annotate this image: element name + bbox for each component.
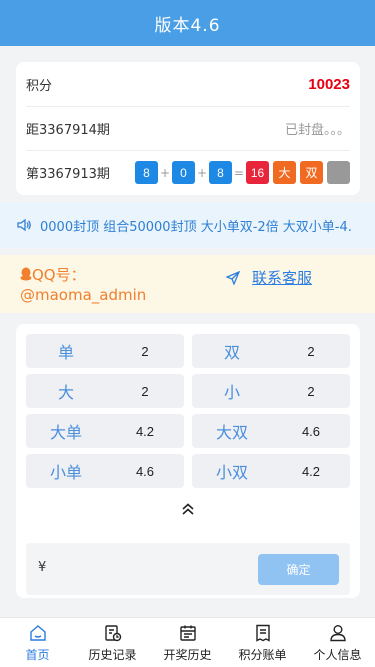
app-header: 版本4.6 — [0, 0, 375, 46]
info-card: 积分 10023 距3367914期 已封盘。。。 第3367913期 8 + … — [16, 62, 360, 195]
last-result-row: 第3367913期 8 + 0 + 8 = 16 大 双 — [26, 150, 350, 194]
notice-text: 0000封顶 组合50000封顶 大小单双-2倍 大双小单-4. — [40, 220, 352, 235]
bet-option-big-even[interactable]: 大双 4.6 — [192, 414, 350, 448]
bet-name: 大单 — [49, 423, 82, 442]
result-extra — [327, 161, 350, 184]
bet-option-small[interactable]: 小 2 — [192, 374, 350, 408]
plus-sign: + — [196, 165, 208, 180]
bet-option-odd[interactable]: 单 2 — [26, 334, 184, 368]
tab-label: 历史记录 — [88, 647, 137, 662]
bet-option-big-odd[interactable]: 大单 4.2 — [26, 414, 184, 448]
currency-symbol: ¥ — [38, 560, 47, 575]
bet-odds: 4.6 — [301, 423, 321, 439]
result-number-1: 8 — [135, 161, 158, 184]
home-icon — [29, 624, 46, 641]
tab-profile[interactable]: 个人信息 — [300, 618, 375, 667]
bet-odds: 2 — [307, 383, 315, 399]
tab-home[interactable]: 首页 — [0, 618, 75, 667]
bet-name: 大双 — [215, 423, 248, 442]
bet-odds: 2 — [141, 383, 149, 399]
history-icon — [104, 624, 121, 641]
bet-odds: 4.2 — [301, 463, 321, 479]
next-period-row: 距3367914期 已封盘。。。 — [26, 106, 350, 150]
contact-bar: QQ号： @maoma_admin 联系客服 — [0, 255, 375, 313]
bet-name: 单 — [57, 343, 74, 362]
qq-info: QQ号： @maoma_admin — [20, 265, 146, 305]
bet-option-small-odd[interactable]: 小单 4.6 — [26, 454, 184, 488]
amount-input-field[interactable]: ¥ 确定 — [26, 543, 350, 595]
bet-name: 双 — [223, 343, 240, 362]
bet-name: 大 — [57, 383, 74, 402]
tab-points-bill[interactable]: 积分账单 — [225, 618, 300, 667]
chevron-double-up-icon[interactable] — [178, 499, 198, 519]
calendar-icon — [179, 625, 196, 641]
bill-icon — [255, 624, 270, 642]
result-sum: 16 — [246, 161, 269, 184]
bet-name: 小单 — [49, 463, 82, 482]
result-parity: 双 — [300, 161, 323, 184]
page-title: 版本4.6 — [154, 15, 221, 36]
contact-service-link[interactable]: 联系客服 — [226, 267, 312, 288]
bet-odds: 4.2 — [135, 423, 155, 439]
bet-name: 小双 — [215, 463, 248, 482]
bottom-tab-bar: 首页 历史记录 开奖历史 积分账单 个人信息 — [0, 617, 375, 667]
result-size: 大 — [273, 161, 296, 184]
bet-option-even[interactable]: 双 2 — [192, 334, 350, 368]
score-row: 积分 10023 — [26, 62, 350, 106]
plus-sign: + — [159, 165, 171, 180]
tab-label: 积分账单 — [238, 647, 287, 662]
score-label: 积分 — [26, 78, 53, 94]
result-balls: 8 + 0 + 8 = 16 大 双 — [135, 161, 350, 184]
send-icon — [226, 270, 240, 285]
score-value: 10023 — [308, 75, 350, 93]
tab-history[interactable]: 历史记录 — [75, 618, 150, 667]
confirm-button[interactable]: 确定 — [258, 554, 339, 585]
user-icon — [329, 624, 346, 641]
period-status: 已封盘。。。 — [284, 123, 350, 138]
speaker-icon — [17, 218, 31, 232]
qq-value[interactable]: @maoma_admin — [20, 285, 146, 305]
result-number-3: 8 — [209, 161, 232, 184]
bet-option-small-even[interactable]: 小双 4.2 — [192, 454, 350, 488]
bet-odds: 2 — [141, 343, 149, 359]
last-period-label: 第3367913期 — [26, 167, 110, 182]
qq-label: QQ号： — [32, 266, 86, 284]
notice-bar: 0000封顶 组合50000封顶 大小单双-2倍 大双小单-4. — [0, 202, 375, 248]
tab-label: 个人信息 — [313, 647, 362, 662]
bet-option-big[interactable]: 大 2 — [26, 374, 184, 408]
tab-draw-history[interactable]: 开奖历史 — [150, 618, 225, 667]
tab-label: 首页 — [25, 647, 50, 662]
qq-icon — [20, 267, 32, 281]
betting-card: 单 2 双 2 大 2 小 2 大单 4.2 大双 4.6 小单 4.6 小双 … — [16, 324, 360, 598]
next-period-label: 距3367914期 — [26, 123, 110, 138]
tab-label: 开奖历史 — [163, 647, 212, 662]
contact-service-label[interactable]: 联系客服 — [252, 267, 312, 288]
result-number-2: 0 — [172, 161, 195, 184]
bet-name: 小 — [223, 383, 240, 402]
bet-odds: 2 — [307, 343, 315, 359]
bet-odds: 4.6 — [135, 463, 155, 479]
equals-sign: = — [233, 165, 245, 180]
